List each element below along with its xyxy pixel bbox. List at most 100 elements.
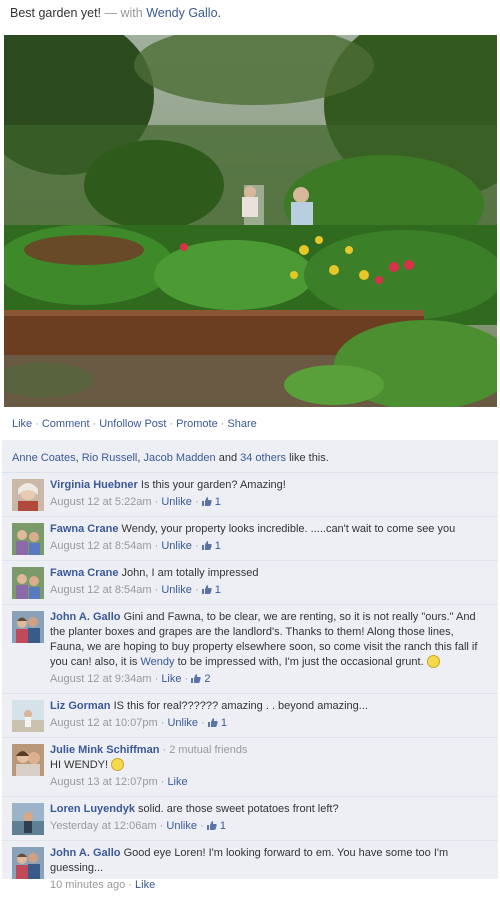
comment-timestamp[interactable]: 10 minutes ago xyxy=(50,879,125,891)
avatar[interactable] xyxy=(12,744,44,776)
separator: · xyxy=(160,717,165,729)
garden-photo[interactable] xyxy=(4,35,497,407)
thumbs-up-icon xyxy=(201,541,212,550)
comment-meta: August 12 at 10:07pm · Unlike · 1 xyxy=(50,714,488,732)
comment-like-toggle[interactable]: Like xyxy=(167,776,187,788)
like-post-link[interactable]: Like xyxy=(12,418,32,430)
avatar[interactable] xyxy=(12,567,44,599)
promote-link[interactable]: Promote xyxy=(176,418,218,430)
comment: Loren Luyendyk solid. are those sweet po… xyxy=(2,797,498,841)
comment-author-link[interactable]: Julie Mink Schiffman xyxy=(50,744,159,756)
with-label: — with xyxy=(101,6,147,20)
smiley-icon xyxy=(111,758,125,771)
separator: · xyxy=(154,540,159,552)
mutual-friends[interactable]: · 2 mutual friends xyxy=(159,744,247,756)
comment-like-toggle[interactable]: Unlike xyxy=(161,540,192,552)
separator: · xyxy=(220,418,225,430)
comment-likes-count[interactable]: 1 xyxy=(206,820,226,832)
comment-like-toggle[interactable]: Unlike xyxy=(161,584,192,596)
comment-like-toggle[interactable]: Like xyxy=(161,673,181,685)
unfollow-post-link[interactable]: Unfollow Post xyxy=(99,418,166,430)
avatar[interactable] xyxy=(12,700,44,732)
avatar[interactable] xyxy=(12,847,44,879)
comment-link[interactable]: Comment xyxy=(42,418,90,430)
comment-meta: Yesterday at 12:06am · Unlike · 1 xyxy=(50,817,488,835)
comment: Julie Mink Schiffman · 2 mutual friends H… xyxy=(2,738,498,797)
comment-likes-count[interactable]: 1 xyxy=(207,717,227,729)
thumbs-up-icon xyxy=(201,497,212,506)
comment-body: Loren Luyendyk solid. are those sweet po… xyxy=(50,802,488,817)
avatar[interactable] xyxy=(12,479,44,511)
separator: · xyxy=(184,673,189,685)
comment-text: Wendy, your property looks incredible. .… xyxy=(121,523,456,535)
comment: John A. Gallo Gini and Fawna, to be clea… xyxy=(2,605,498,694)
comment-like-toggle[interactable]: Unlike xyxy=(167,717,198,729)
comment: Virginia Huebner Is this your garden? Am… xyxy=(2,473,498,517)
comment-author-link[interactable]: Virginia Huebner xyxy=(50,479,138,491)
comment-author-link[interactable]: John A. Gallo xyxy=(50,611,121,623)
comment-body: Julie Mink Schiffman · 2 mutual friends H… xyxy=(50,743,488,773)
likes-and: and xyxy=(215,452,241,464)
likes-count: 1 xyxy=(214,584,221,596)
comment-timestamp[interactable]: August 12 at 5:22am xyxy=(50,496,152,508)
comment-meta: August 12 at 8:54am · Unlike · 1 xyxy=(50,581,488,599)
separator: · xyxy=(154,496,159,508)
feedback-area: Anne Coates, Rio Russell, Jacob Madden a… xyxy=(2,440,498,891)
likes-count: 1 xyxy=(219,820,226,832)
liker-link[interactable]: Anne Coates xyxy=(12,452,76,464)
others-likes-link[interactable]: 34 others xyxy=(240,452,286,464)
comment-author-link[interactable]: Fawna Crane xyxy=(50,567,118,579)
thumbs-up-icon xyxy=(206,821,217,830)
likes-count: 2 xyxy=(204,673,211,685)
comment-author-link[interactable]: Liz Gorman xyxy=(50,700,111,712)
liker-link[interactable]: Jacob Madden xyxy=(144,452,216,464)
comment-timestamp[interactable]: Yesterday at 12:06am xyxy=(50,820,157,832)
post-actions: Like · Comment · Unfollow Post · Promote · Share xyxy=(12,418,257,430)
comment-meta: August 12 at 5:22am · Unlike · 1 xyxy=(50,493,488,511)
share-link[interactable]: Share xyxy=(227,418,256,430)
avatar[interactable] xyxy=(12,803,44,835)
separator: · xyxy=(154,673,159,685)
avatar[interactable] xyxy=(12,523,44,555)
comment-likes-count[interactable]: 1 xyxy=(201,496,221,508)
comment-likes-count[interactable]: 2 xyxy=(191,673,210,685)
comment-like-toggle[interactable]: Unlike xyxy=(166,820,197,832)
comment-text-continued: to be impressed with, I'm just the occas… xyxy=(174,656,424,668)
thumbs-up-icon xyxy=(207,718,218,727)
comment-author-link[interactable]: Loren Luyendyk xyxy=(50,803,135,815)
separator: · xyxy=(154,584,159,596)
post-message: Best garden yet! xyxy=(10,6,102,20)
comment-timestamp[interactable]: August 12 at 9:34am xyxy=(50,673,152,685)
post-text-end: . xyxy=(217,6,222,20)
liker-link[interactable]: Rio Russell xyxy=(82,452,138,464)
comment-timestamp[interactable]: August 12 at 10:07pm xyxy=(50,717,158,729)
likes-suffix: like this. xyxy=(286,452,329,464)
comment-author-link[interactable]: John A. Gallo xyxy=(50,847,121,859)
separator: · xyxy=(160,776,165,788)
comment-like-toggle[interactable]: Unlike xyxy=(161,496,192,508)
thumbs-up-icon xyxy=(201,585,212,594)
comment-like-toggle[interactable]: Like xyxy=(135,879,155,891)
comment-timestamp[interactable]: August 12 at 8:54am xyxy=(50,584,152,596)
separator: · xyxy=(169,418,174,430)
comment-body: Liz Gorman IS this for real?????? amazin… xyxy=(50,699,488,714)
comment-likes-count[interactable]: 1 xyxy=(201,584,221,596)
comment-text: John, I am totally impressed xyxy=(121,567,259,579)
avatar[interactable] xyxy=(12,611,44,643)
comment-timestamp[interactable]: August 12 at 8:54am xyxy=(50,540,152,552)
likes-sentence: Anne Coates, Rio Russell, Jacob Madden a… xyxy=(2,440,498,473)
separator: · xyxy=(128,879,132,891)
tagged-friend-link[interactable]: Wendy Gallo xyxy=(146,6,217,20)
comment: Fawna Crane Wendy, your property looks i… xyxy=(2,517,498,561)
comment-timestamp[interactable]: August 13 at 12:07pm xyxy=(50,776,158,788)
separator: · xyxy=(159,820,164,832)
comment-body: Fawna Crane John, I am totally impressed xyxy=(50,566,488,581)
comment-author-link[interactable]: Fawna Crane xyxy=(50,523,118,535)
comment-likes-count[interactable]: 1 xyxy=(201,540,221,552)
likes-count: 1 xyxy=(214,540,221,552)
separator: · xyxy=(200,820,204,832)
mention-link[interactable]: Wendy xyxy=(141,656,175,668)
separator: · xyxy=(92,418,97,430)
smiley-icon xyxy=(426,655,440,668)
thumbs-up-icon xyxy=(191,674,201,683)
